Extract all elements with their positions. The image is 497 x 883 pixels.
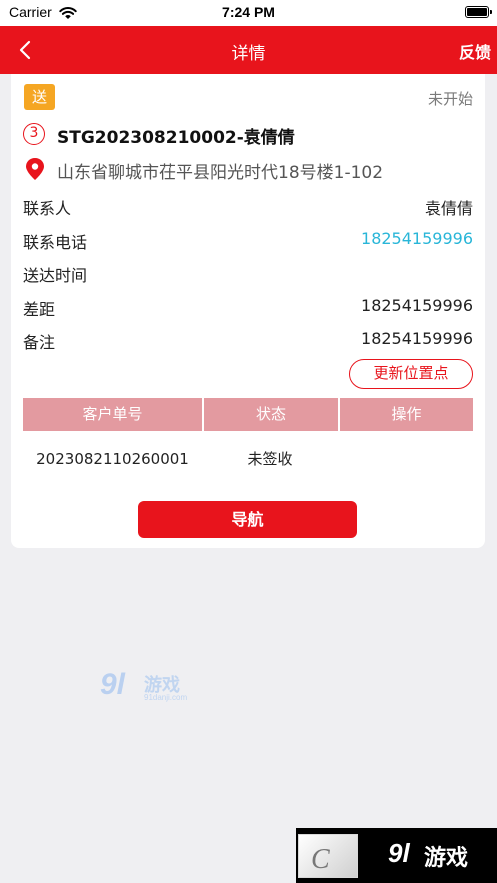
nav-bar: 详情 反馈 <box>0 26 497 74</box>
battery-icon <box>465 6 492 18</box>
cell-customer-order: 2023082110260001 <box>36 450 189 468</box>
corner-watermark: C 9l 游戏 <box>296 828 497 883</box>
column-header-status: 状态 <box>202 398 338 431</box>
corner-watermark-text: 游戏 <box>424 846 469 871</box>
location-pin-icon <box>24 157 46 185</box>
phone-link[interactable]: 18254159996 <box>361 229 473 248</box>
delivery-type-tag: 送 <box>24 84 55 110</box>
order-status: 未开始 <box>427 90 473 108</box>
watermark-number: 9l <box>100 668 126 701</box>
cell-action[interactable] <box>338 444 473 474</box>
sequence-badge: 3 <box>23 123 45 145</box>
watermark-subtext: 91danji.com <box>144 693 188 702</box>
delivery-time-label: 送达时间 <box>23 266 88 285</box>
status-bar: Carrier 7:24 PM <box>0 0 497 26</box>
distance-label: 差距 <box>23 300 56 319</box>
page-title: 详情 <box>231 44 266 64</box>
remark-value: 18254159996 <box>361 329 473 348</box>
clock-time: 7:24 PM <box>222 4 275 20</box>
table-row: 2023082110260001 未签收 <box>23 444 473 474</box>
contact-label: 联系人 <box>23 199 72 218</box>
order-detail-card: 送 未开始 3 STG202308210002-袁倩倩 山东省聊城市茌平县阳光时… <box>11 74 485 548</box>
corner-watermark-letter: C <box>311 844 330 875</box>
update-location-button[interactable]: 更新位置点 <box>349 359 473 389</box>
corner-watermark-number: 9l <box>388 838 410 868</box>
remark-label: 备注 <box>23 333 56 352</box>
column-header-customer-order: 客户单号 <box>82 405 143 423</box>
delivery-address: 山东省聊城市茌平县阳光时代18号楼1-102 <box>57 163 384 183</box>
distance-value: 18254159996 <box>361 296 473 315</box>
feedback-button[interactable]: 反馈 <box>459 39 491 63</box>
contact-value: 袁倩倩 <box>424 199 473 218</box>
orders-table-header: 客户单号 状态 操作 <box>23 398 473 431</box>
order-title: STG202308210002-袁倩倩 <box>57 128 295 148</box>
column-header-action: 操作 <box>338 398 473 431</box>
corner-watermark-emblem: C <box>298 834 358 878</box>
phone-label: 联系电话 <box>23 233 88 252</box>
navigate-button[interactable]: 导航 <box>138 501 357 538</box>
cell-status: 未签收 <box>247 450 293 468</box>
watermark-logo: 9l 游戏 91danji.com <box>100 668 200 708</box>
